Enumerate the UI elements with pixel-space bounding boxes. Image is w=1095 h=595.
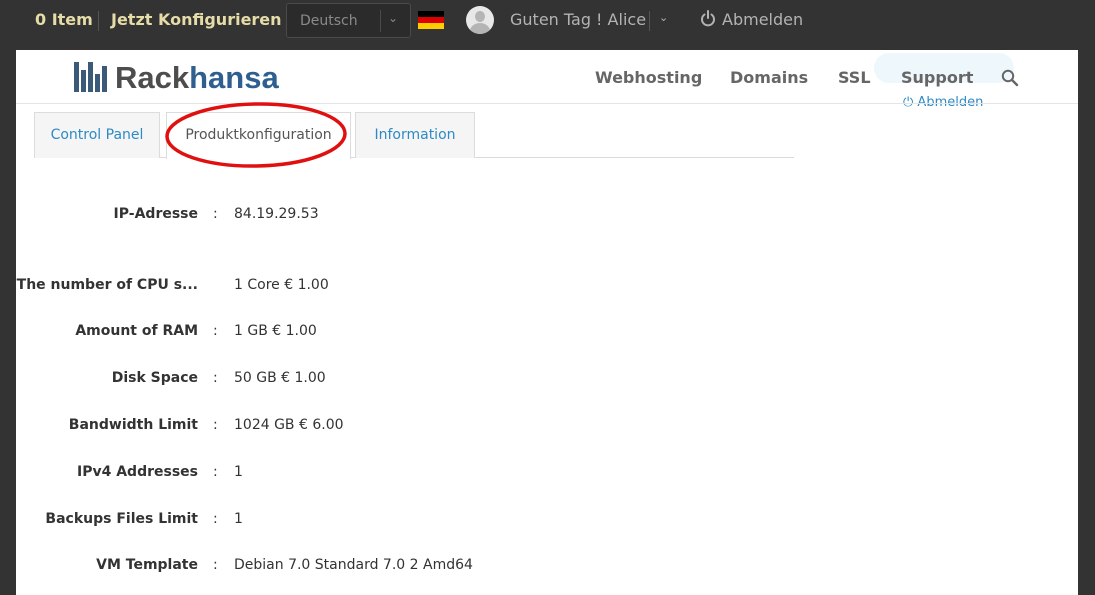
language-select-divider bbox=[380, 10, 381, 32]
tab-information[interactable]: Information bbox=[355, 112, 475, 158]
nav-webhosting[interactable]: Webhosting bbox=[595, 68, 702, 87]
nav-ssl[interactable]: SSL bbox=[838, 68, 871, 87]
label-colon: : bbox=[213, 417, 218, 433]
label-ip-address: IP-Adresse bbox=[113, 206, 198, 222]
topbar-separator bbox=[98, 11, 99, 31]
value-ip-address: 84.19.29.53 bbox=[234, 206, 319, 222]
detail-labels: IP-Adresse The number of CPU s... Amount… bbox=[17, 50, 198, 595]
label-bandwidth: Bandwidth Limit bbox=[68, 417, 198, 433]
nav-support[interactable]: Support bbox=[901, 68, 973, 87]
chevron-down-icon: ⌄ bbox=[388, 11, 399, 25]
search-icon[interactable] bbox=[1001, 69, 1019, 87]
user-avatar-icon[interactable] bbox=[466, 6, 494, 34]
label-colon: : bbox=[213, 370, 218, 386]
label-colon: : bbox=[213, 464, 218, 480]
value-bandwidth: 1024 GB € 6.00 bbox=[234, 417, 344, 433]
label-colon: : bbox=[213, 323, 218, 339]
nav-domains[interactable]: Domains bbox=[730, 68, 808, 87]
value-vm-template: Debian 7.0 Standard 7.0 2 Amd64 bbox=[234, 557, 473, 573]
user-greeting[interactable]: Guten Tag ! Alice bbox=[510, 10, 646, 29]
configure-link[interactable]: Jetzt Konfigurieren bbox=[111, 10, 282, 29]
power-icon[interactable] bbox=[700, 10, 716, 28]
label-vm-template: VM Template bbox=[96, 557, 198, 573]
language-select-value: Deutsch bbox=[300, 13, 358, 29]
cart-link[interactable]: 0 Item bbox=[35, 10, 93, 29]
german-flag-icon[interactable] bbox=[418, 11, 444, 29]
chevron-down-icon[interactable]: ⌄ bbox=[659, 11, 668, 24]
logo-text-hansa: hansa bbox=[189, 60, 279, 95]
value-ipv4: 1 bbox=[234, 464, 243, 480]
label-disk-space: Disk Space bbox=[111, 370, 198, 386]
label-colon: : bbox=[213, 557, 218, 573]
value-backups: 1 bbox=[234, 511, 243, 527]
value-cpu: 1 Core € 1.00 bbox=[234, 277, 329, 293]
main-panel: ⏻ Abmelden Rackhansa Webhosting Domains … bbox=[16, 50, 1078, 595]
label-ram: Amount of RAM bbox=[75, 323, 198, 339]
label-backups: Backups Files Limit bbox=[45, 511, 198, 527]
label-ipv4: IPv4 Addresses bbox=[77, 464, 198, 480]
value-ram: 1 GB € 1.00 bbox=[234, 323, 317, 339]
label-colon: : bbox=[213, 511, 218, 527]
value-disk-space: 50 GB € 1.00 bbox=[234, 370, 326, 386]
label-cpu: The number of CPU s... bbox=[16, 277, 198, 293]
top-bar: 0 Item Jetzt Konfigurieren Deutsch ⌄ Gut… bbox=[0, 0, 1095, 41]
label-colon: : bbox=[213, 206, 218, 222]
topbar-separator bbox=[649, 11, 650, 31]
language-select[interactable]: Deutsch ⌄ bbox=[286, 3, 411, 38]
logout-link[interactable]: Abmelden bbox=[722, 10, 803, 29]
